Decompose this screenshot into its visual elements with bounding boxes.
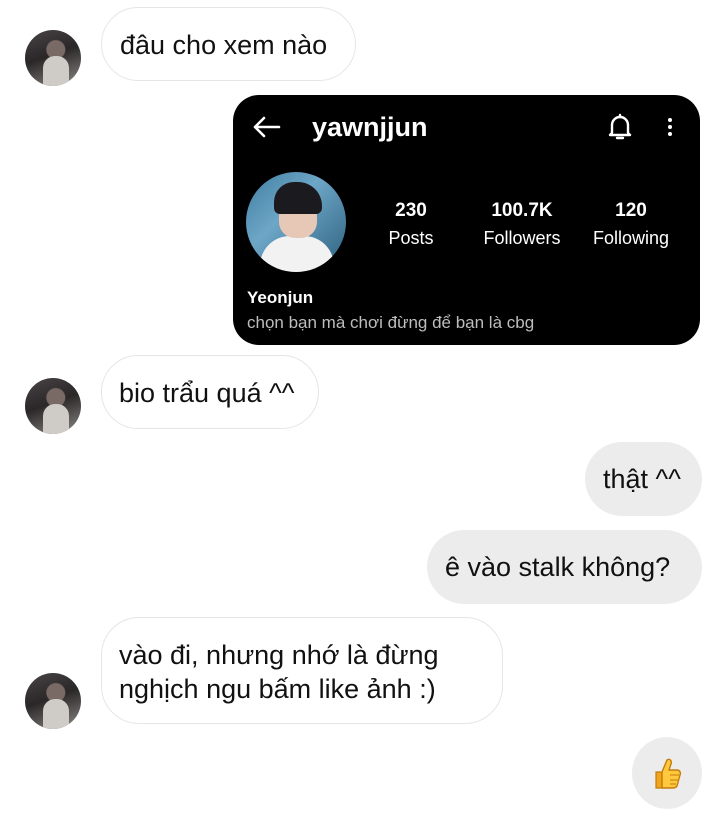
message-text: ê vào stalk không? — [445, 552, 671, 582]
following-count: 120 — [615, 200, 647, 221]
profile-username: yawnjjun — [312, 112, 428, 142]
arrow-left-icon[interactable] — [251, 115, 281, 139]
sender-avatar[interactable] — [25, 30, 81, 86]
message-bubble-incoming[interactable]: bio trẩu quá ^^ — [101, 355, 319, 429]
profile-bio: chọn bạn mà chơi đừng để bạn là cbg — [247, 313, 535, 332]
message-bubble-incoming[interactable]: vào đi, nhưng nhớ là đừng nghịch ngu bấm… — [101, 617, 503, 724]
thumbs-up-icon — [655, 758, 682, 789]
sender-avatar[interactable] — [25, 673, 81, 729]
more-vertical-icon[interactable] — [666, 117, 674, 137]
like-button[interactable] — [632, 737, 702, 809]
message-text-line: nghịch ngu bấm like ảnh :) — [119, 674, 436, 704]
bell-icon[interactable] — [607, 113, 633, 141]
sender-avatar[interactable] — [25, 378, 81, 434]
following-label: Following — [592, 228, 670, 248]
following-stat[interactable]: 120 Following — [566, 200, 696, 249]
message-text: thật ^^ — [603, 464, 681, 494]
message-bubble-outgoing[interactable]: thật ^^ — [585, 442, 702, 516]
message-text: đâu cho xem nào — [120, 30, 328, 60]
profile-photo[interactable] — [246, 172, 346, 272]
shared-profile-card[interactable]: yawnjjun 230 Posts 100.7K Followers 120 … — [233, 95, 700, 345]
message-text-line: vào đi, nhưng nhớ là đừng — [119, 640, 439, 670]
message-bubble-outgoing[interactable]: ê vào stalk không? — [427, 530, 702, 604]
profile-display-name: Yeonjun — [247, 288, 314, 307]
message-bubble-incoming[interactable]: đâu cho xem nào — [101, 7, 356, 81]
message-text: bio trẩu quá ^^ — [119, 378, 295, 408]
